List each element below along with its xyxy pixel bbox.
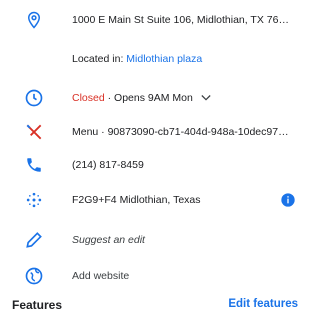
globe-icon [22, 264, 46, 288]
chevron-down-icon[interactable] [201, 94, 211, 102]
features-title: Features [12, 298, 63, 310]
suggest-edit-text: Suggest an edit [72, 234, 145, 246]
features-header: Features Edit features [0, 296, 310, 310]
located-in-text: Located in: Midlothian plaza [72, 45, 294, 73]
hours-status: Closed [72, 92, 105, 104]
info-icon[interactable] [280, 192, 296, 208]
phone-row[interactable]: (214) 817-8459 [0, 151, 310, 179]
located-in-prefix: Located in: [72, 53, 127, 65]
add-website-row[interactable]: Add website [0, 262, 310, 290]
edit-features-link[interactable]: Edit features [228, 298, 298, 310]
hours-detail: Opens 9AM Mon [114, 92, 193, 104]
phone-icon [22, 153, 46, 177]
plus-code-icon [22, 188, 46, 212]
hours-text: Closed · Opens 9AM Mon [72, 84, 294, 112]
located-in-link[interactable]: Midlothian plaza [126, 53, 202, 65]
located-in-row: Located in: Midlothian plaza [0, 45, 310, 73]
plus-code-row[interactable]: F2G9+F4 Midlothian, Texas [0, 186, 310, 214]
map-pin-icon [22, 8, 46, 32]
pencil-icon [22, 228, 46, 252]
add-website-text: Add website [72, 270, 130, 282]
fork-knife-icon [22, 120, 46, 144]
phone-text: (214) 817-8459 [72, 159, 144, 171]
clock-icon [22, 86, 46, 110]
hours-separator: · [104, 92, 115, 104]
hours-row[interactable]: Closed · Opens 9AM Mon [0, 84, 310, 112]
address-text: 1000 E Main St Suite 106, Midlothian, TX… [72, 14, 294, 26]
menu-text: Menu · 90873090-cb71-404d-948a-10dec9762… [72, 126, 294, 138]
suggest-edit-row[interactable]: Suggest an edit [0, 226, 310, 254]
address-row[interactable]: 1000 E Main St Suite 106, Midlothian, TX… [0, 6, 310, 34]
place-details-panel: { "address": { "text": "1000 E Main St S… [0, 0, 310, 310]
menu-row[interactable]: Menu · 90873090-cb71-404d-948a-10dec9762… [0, 118, 310, 146]
plus-code-text: F2G9+F4 Midlothian, Texas [72, 194, 201, 206]
